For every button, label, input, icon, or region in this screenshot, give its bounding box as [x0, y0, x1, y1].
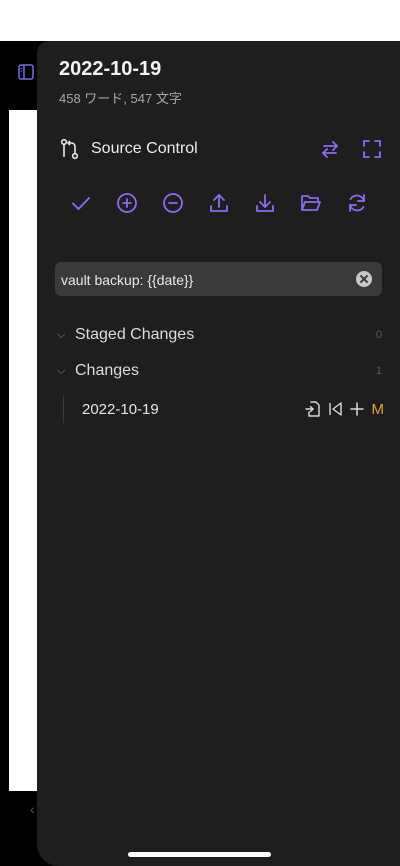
modified-status-badge: M: [371, 400, 385, 418]
minus-circle-icon[interactable]: [161, 191, 185, 215]
status-bar: [0, 0, 400, 41]
download-icon[interactable]: [253, 191, 277, 215]
source-control-label: Source Control: [91, 140, 198, 157]
note-word-count: 458 ワード, 547 文字: [59, 91, 182, 106]
plus-circle-icon[interactable]: [115, 191, 139, 215]
staged-changes-count: 0: [375, 329, 382, 341]
source-control-panel: 2022-10-19 458 ワード, 547 文字 Source Contro…: [37, 41, 400, 866]
staged-changes-label: Staged Changes: [75, 326, 195, 343]
chevron-down-icon: ⌵: [57, 364, 66, 377]
chevron-left-icon: ‹: [30, 801, 35, 817]
clear-input-icon[interactable]: [356, 271, 372, 287]
git-branch-icon: [59, 138, 81, 160]
file-name: 2022-10-19: [82, 400, 159, 418]
sidebar-toggle-icon[interactable]: [18, 64, 34, 80]
changes-label: Changes: [75, 362, 140, 379]
changes-section[interactable]: ⌵ Changes 1: [57, 360, 382, 382]
commit-message-field: [55, 262, 382, 298]
staged-changes-section[interactable]: ⌵ Staged Changes 0: [57, 324, 382, 346]
source-control-toolbar: [69, 191, 369, 215]
home-indicator[interactable]: [128, 852, 271, 857]
expand-icon[interactable]: [360, 137, 384, 161]
plus-icon[interactable]: [348, 400, 366, 418]
skip-back-icon[interactable]: [326, 400, 344, 418]
refresh-icon[interactable]: [345, 191, 369, 215]
commit-message-input[interactable]: [59, 262, 353, 298]
source-control-header: Source Control: [59, 137, 384, 161]
upload-icon[interactable]: [207, 191, 231, 215]
folder-open-icon[interactable]: [299, 191, 323, 215]
note-title: 2022-10-19: [59, 58, 162, 80]
changes-count: 1: [375, 365, 382, 377]
changed-file-row[interactable]: 2022-10-19 M: [63, 395, 384, 423]
check-icon[interactable]: [69, 191, 93, 215]
open-file-icon[interactable]: [304, 400, 322, 418]
chevron-down-icon: ⌵: [57, 328, 66, 341]
swap-arrows-icon[interactable]: [318, 137, 342, 161]
